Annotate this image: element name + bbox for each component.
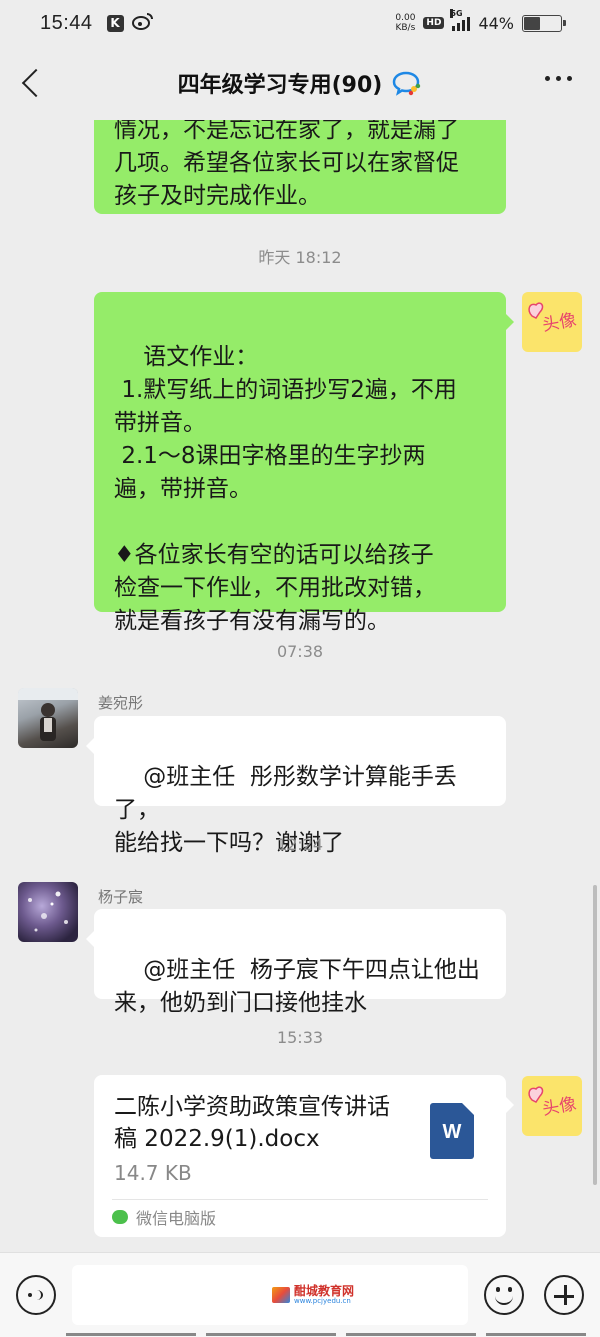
timestamp: 12:24: [276, 835, 324, 854]
message-input[interactable]: 酣城教育网 www.pcjyedu.cn: [72, 1265, 468, 1325]
enterprise-wechat-icon: [393, 71, 421, 96]
weibo-icon: [131, 12, 154, 34]
page-title: 四年级学习专用(90): [178, 67, 423, 99]
battery-fill: [524, 16, 540, 30]
voice-input-icon[interactable]: [16, 1275, 56, 1315]
battery-icon: [522, 14, 566, 32]
avatar-jiang[interactable]: [18, 688, 78, 748]
emoji-icon[interactable]: [484, 1275, 524, 1315]
plus-icon[interactable]: [544, 1275, 584, 1315]
net-speed: 0.00 KB/s: [395, 13, 416, 33]
status-time: 15:44: [40, 11, 93, 34]
wechat-icon: [112, 1210, 128, 1224]
message-bubble-sent[interactable]: 情况，不是忘记在家了，就是漏了 几项。希望各位家长可以在家督促 孩子及时完成作业…: [94, 120, 506, 214]
sender-name: 姜宛彤: [98, 694, 144, 712]
timestamp: 昨天 18:12: [258, 248, 342, 267]
message-text: 语文作业： 1.默写纸上的词语抄写2遍，不用 带拼音。 2.1～8课田字格里的生…: [114, 344, 457, 634]
more-options-icon[interactable]: [545, 76, 572, 81]
input-bar: 酣城教育网 www.pcjyedu.cn: [0, 1252, 600, 1337]
timestamp: 07:38: [276, 642, 324, 661]
status-icons-right: 0.00 KB/s HD 5G 44%: [395, 9, 566, 33]
status-icons-left: K: [106, 12, 154, 34]
nav-gesture-bar: [486, 1333, 586, 1336]
sender-name: 杨子宸: [98, 888, 144, 906]
file-source: 微信电脑版: [112, 1205, 216, 1229]
message-text: @班主任 杨子宸下午四点让他出 来，他奶到门口接他挂水: [114, 957, 480, 1016]
my-avatar[interactable]: 头像: [522, 292, 582, 352]
status-bar: 15:44 K 0.00 KB/s HD 5G 44%: [0, 0, 600, 46]
back-arrow-icon[interactable]: [20, 68, 44, 98]
nav-gesture-bar: [206, 1333, 336, 1336]
my-avatar[interactable]: 头像: [522, 1076, 582, 1136]
file-name: 二陈小学资助政策宣传讲话稿 2022.9(1).docx: [114, 1094, 390, 1152]
timestamp: 15:33: [276, 1028, 324, 1047]
nav-gesture-bar: [346, 1333, 476, 1336]
signal-icon: 5G: [450, 9, 471, 31]
watermark-logo-icon: [272, 1287, 290, 1303]
divider: [112, 1199, 488, 1200]
message-bubble-sent[interactable]: 语文作业： 1.默写纸上的词语抄写2遍，不用 带拼音。 2.1～8课田字格里的生…: [94, 292, 514, 634]
sparkle-photo-icon: [28, 891, 68, 932]
k-app-icon: K: [106, 14, 124, 32]
watermark-text: 酣城教育网: [294, 1284, 355, 1298]
message-bubble-received[interactable]: @班主任 杨子宸下午四点让他出 来，他奶到门口接他挂水: [86, 909, 506, 1016]
scrollbar[interactable]: [593, 885, 597, 1185]
nav-gesture-bar: [66, 1333, 196, 1336]
hd-icon: HD: [423, 17, 445, 29]
chat-title: 四年级学习专用(90): [177, 73, 383, 98]
chat-area[interactable]: 情况，不是忘记在家了，就是漏了 几项。希望各位家长可以在家督促 孩子及时完成作业…: [0, 120, 600, 1252]
watermark: 酣城教育网 www.pcjyedu.cn: [272, 1285, 354, 1305]
file-message-card[interactable]: 二陈小学资助政策宣传讲话稿 2022.9(1).docx 14.7 KB W 微…: [94, 1075, 514, 1237]
message-bubble-received[interactable]: @班主任 彤彤数学计算能手丢了， 能给找一下吗？谢谢了: [86, 716, 506, 856]
watermark-url: www.pcjyedu.cn: [294, 1297, 351, 1305]
battery-percent: 44%: [478, 13, 514, 33]
person-photo-icon: [18, 688, 78, 741]
chat-header: 四年级学习专用(90): [0, 46, 600, 120]
avatar-yang[interactable]: [18, 882, 78, 942]
file-size: 14.7 KB: [114, 1161, 192, 1185]
word-document-icon: W: [430, 1103, 474, 1159]
